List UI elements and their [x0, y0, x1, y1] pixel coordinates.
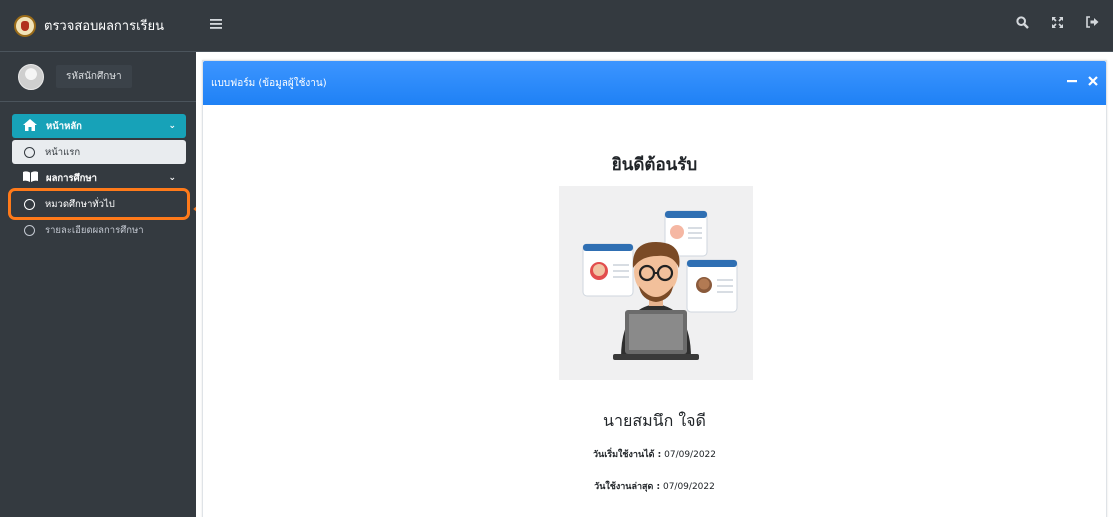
- card-title: แบบฟอร์ม (ข้อมูลผู้ใช้งาน): [211, 77, 327, 89]
- start-date-line: วันเริ่มใช้งานได้ : 07/09/2022: [203, 447, 1106, 461]
- sidebar-item-result-details[interactable]: รายละเอียดผลการศึกษา: [12, 218, 186, 242]
- start-date-label: วันเริ่มใช้งานได้ :: [592, 450, 662, 460]
- main-content: แบบฟอร์ม (ข้อมูลผู้ใช้งาน) ยินดีต้อนรับ: [196, 52, 1113, 517]
- sidebar-item-label: รายละเอียดผลการศึกษา: [45, 224, 144, 236]
- search-icon[interactable]: [1016, 16, 1029, 33]
- user-info-card: แบบฟอร์ม (ข้อมูลผู้ใช้งาน) ยินดีต้อนรับ: [202, 60, 1107, 517]
- university-logo-icon: [14, 14, 36, 37]
- sidebar-nav: หน้าหลัก ⌄ หน้าแรก ผลการศึกษา ⌄ หมวดศึกษ…: [8, 114, 190, 244]
- user-name[interactable]: รหัสนักศึกษา: [56, 65, 132, 88]
- card-tools: [1067, 75, 1098, 89]
- last-used-date-line: วันใช้งานล่าสุด : 07/09/2022: [203, 479, 1106, 493]
- logout-icon[interactable]: [1086, 16, 1099, 33]
- top-nav-icons: [1016, 16, 1099, 33]
- start-date-value: 07/09/2022: [664, 450, 716, 460]
- user-illustration: [559, 186, 753, 380]
- menu-icon[interactable]: [210, 14, 222, 33]
- sidebar-item-label: ผลการศึกษา: [46, 172, 97, 184]
- sidebar-item-label: หน้าแรก: [45, 146, 81, 158]
- last-used-date-value: 07/09/2022: [662, 482, 715, 492]
- avatar: [18, 63, 44, 90]
- card-header: แบบฟอร์ม (ข้อมูลผู้ใช้งาน): [203, 61, 1106, 105]
- circle-icon: [24, 224, 35, 236]
- sidebar-item-results[interactable]: ผลการศึกษา ⌄: [12, 166, 186, 190]
- chevron-down-icon: ⌄: [168, 121, 176, 131]
- fullscreen-icon[interactable]: [1051, 16, 1064, 33]
- sidebar: ตรวจสอบผลการเรียน รหัสนักศึกษา หน้าหลัก …: [0, 0, 196, 517]
- circle-icon: [24, 198, 35, 210]
- sidebar-item-label: หมวดศึกษาทั่วไป: [45, 198, 115, 210]
- last-used-date-label: วันใช้งานล่าสุด :: [594, 482, 661, 492]
- sidebar-item-general-education[interactable]: หมวดศึกษาทั่วไป: [8, 188, 190, 220]
- user-panel: รหัสนักศึกษา: [0, 52, 196, 102]
- home-icon: [22, 118, 38, 134]
- sidebar-item-first-page[interactable]: หน้าแรก: [12, 140, 186, 164]
- brand-link[interactable]: ตรวจสอบผลการเรียน: [0, 0, 196, 52]
- close-icon[interactable]: [1088, 75, 1098, 89]
- circle-icon: [24, 146, 35, 158]
- chevron-down-icon: ⌄: [168, 173, 176, 183]
- welcome-heading: ยินดีต้อนรับ: [611, 155, 698, 175]
- person-name: นายสมนึก ใจดี: [603, 411, 706, 430]
- brand-title: ตรวจสอบผลการเรียน: [44, 19, 165, 34]
- sidebar-item-label: หน้าหลัก: [46, 120, 82, 132]
- book-icon: [22, 171, 38, 185]
- top-navbar: [196, 0, 1113, 52]
- sidebar-item-home[interactable]: หน้าหลัก ⌄: [12, 114, 186, 138]
- collapse-icon[interactable]: [1067, 75, 1077, 89]
